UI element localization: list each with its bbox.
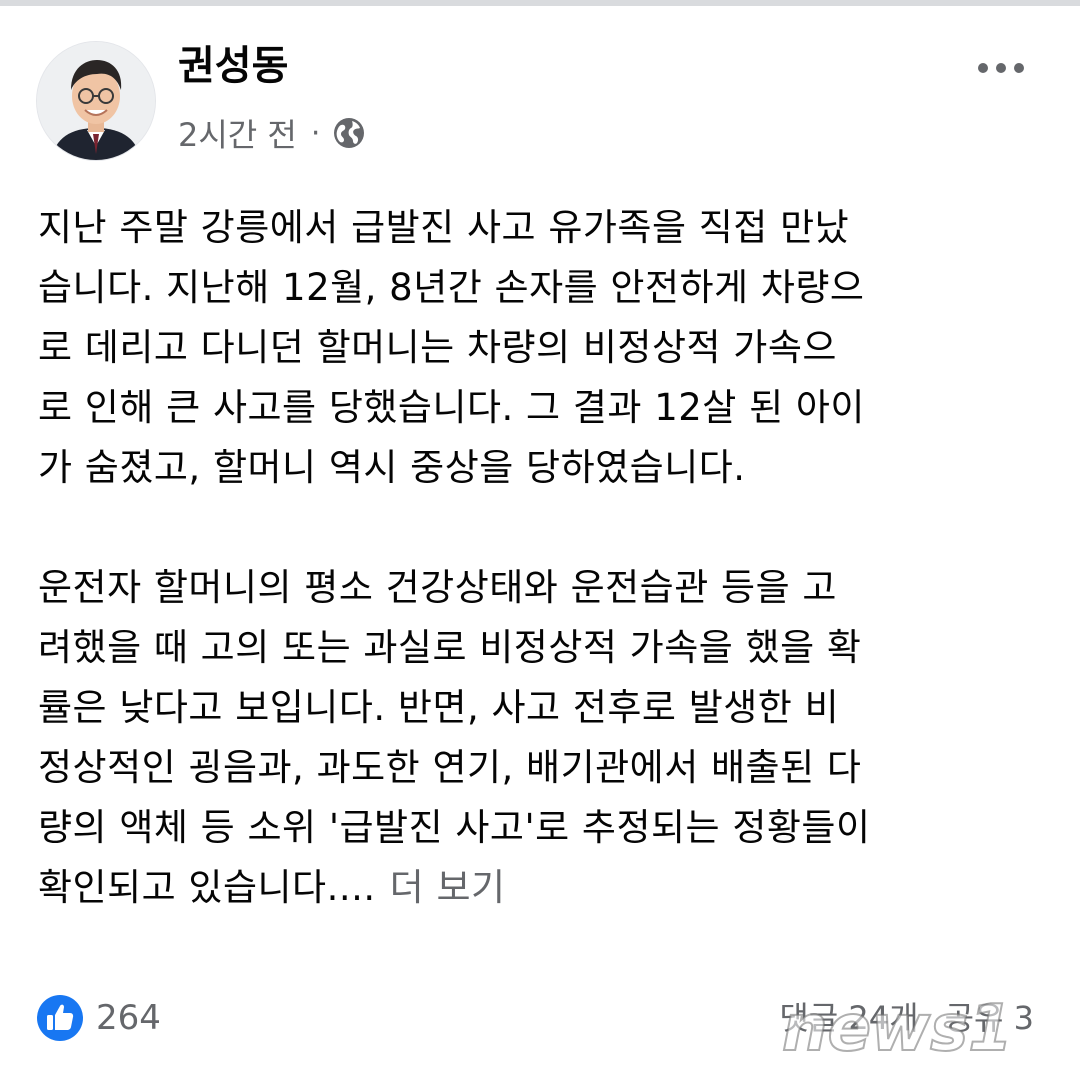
meta-separator: ·: [310, 115, 321, 151]
post-text-line: 지난 주말 강릉에서 급발진 사고 유가족을 직접 만났: [38, 206, 850, 249]
engagement-stats: 댓글 24개 공유 3: [779, 994, 1034, 1042]
post-text-line: 려했을 때 고의 또는 과실로 비정상적 가속을 했을 확: [38, 626, 862, 669]
post-text-line: 가 숨졌고, 할머니 역시 중상을 당하였습니다.: [38, 446, 746, 489]
see-more-link[interactable]: 더 보기: [390, 866, 506, 909]
globe-icon[interactable]: [332, 116, 366, 150]
post-text-line: 확인되고 있습니다....: [38, 866, 376, 909]
like-count[interactable]: 264: [96, 994, 161, 1042]
post-text-line: 량의 액체 등 소위 '급발진 사고'로 추정되는 정황들이: [38, 806, 871, 849]
post-text-line: 습니다. 지난해 12월, 8년간 손자를 안전하게 차량으: [38, 266, 865, 309]
top-divider: [0, 0, 1080, 6]
post-footer: 264 댓글 24개 공유 3: [36, 990, 1044, 1046]
post-text-last-line: 확인되고 있습니다.... 더 보기: [38, 858, 1048, 918]
author-name[interactable]: 권성동: [178, 38, 288, 94]
more-horizontal-icon: [1014, 63, 1024, 73]
post-text-line: 률은 낮다고 보입니다. 반면, 사고 전후로 발생한 비: [38, 686, 840, 729]
like-thumb-icon[interactable]: [36, 994, 84, 1042]
post-meta: 2시간 전 ·: [178, 108, 366, 158]
post-text-line: 정상적인 굉음과, 과도한 연기, 배기관에서 배출된 다: [38, 746, 862, 789]
more-horizontal-icon: [996, 63, 1006, 73]
post-text-line: 로 데리고 다니던 할머니는 차량의 비정상적 가속으: [38, 326, 837, 369]
more-horizontal-icon: [978, 63, 988, 73]
avatar[interactable]: [37, 42, 155, 160]
post-timestamp[interactable]: 2시간 전: [178, 110, 297, 156]
post-text-line: 로 인해 큰 사고를 당했습니다. 그 결과 12살 된 아이: [38, 386, 865, 429]
post-body: 지난 주말 강릉에서 급발진 사고 유가족을 직접 만났 습니다. 지난해 12…: [38, 198, 1048, 918]
more-options-button[interactable]: [966, 48, 1036, 88]
share-count[interactable]: 공유 3: [945, 994, 1034, 1042]
post-text-line: 운전자 할머니의 평소 건강상태와 운전습관 등을 고: [38, 566, 837, 609]
comment-count[interactable]: 댓글 24개: [779, 994, 918, 1042]
